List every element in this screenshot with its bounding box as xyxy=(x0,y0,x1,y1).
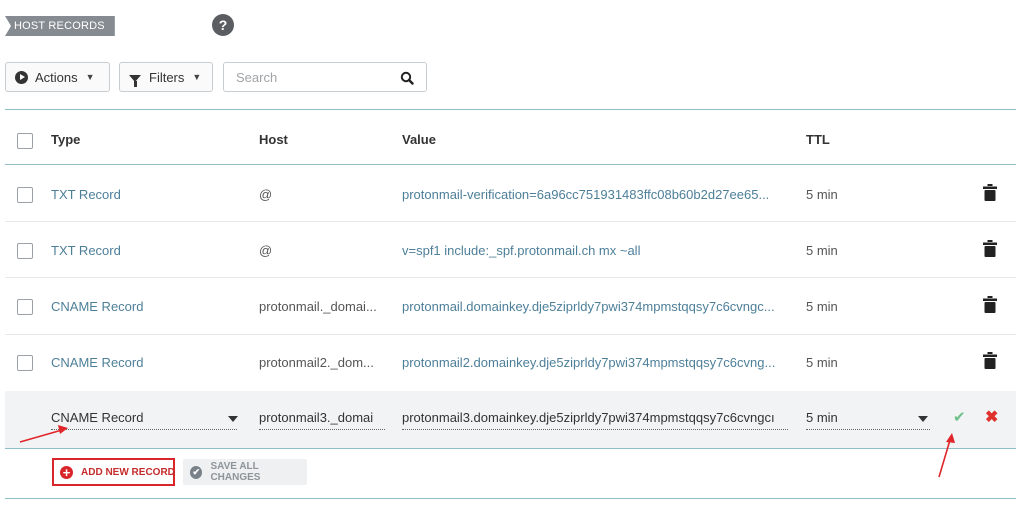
add-new-record-label: ADD NEW RECORD xyxy=(81,467,175,478)
caret-down-icon[interactable] xyxy=(228,416,238,422)
column-header-host[interactable]: Host xyxy=(259,132,288,147)
check-circle-icon: ✔ xyxy=(190,465,203,479)
host-input[interactable]: protonmail3._domai xyxy=(259,407,385,430)
select-all-checkbox[interactable] xyxy=(17,133,33,149)
play-circle-icon xyxy=(15,70,28,84)
record-ttl[interactable]: 5 min xyxy=(806,299,838,314)
trash-icon[interactable] xyxy=(983,240,997,257)
record-value[interactable]: v=spf1 include:_spf.protonmail.ch mx ~al… xyxy=(402,243,640,258)
column-header-ttl[interactable]: TTL xyxy=(806,132,830,147)
table-bottom-rule xyxy=(5,498,1016,499)
row-checkbox[interactable] xyxy=(17,355,33,371)
search-icon[interactable] xyxy=(400,71,414,85)
ttl-selected: 5 min xyxy=(806,410,838,425)
row-divider xyxy=(5,334,1016,335)
row-divider xyxy=(5,277,1016,278)
ttl-select[interactable]: 5 min xyxy=(806,407,930,430)
trash-icon[interactable] xyxy=(983,296,997,313)
value-input[interactable]: protonmail3.domainkey.dje5ziprldy7pwi374… xyxy=(402,407,788,430)
record-host[interactable]: @ xyxy=(259,243,272,258)
actions-dropdown-button[interactable]: Actions ▼ xyxy=(5,62,110,92)
checkmark-icon[interactable]: ✔ xyxy=(953,408,966,426)
row-checkbox[interactable] xyxy=(17,299,33,315)
record-type-selected: CNAME Record xyxy=(51,410,144,425)
add-new-record-button[interactable]: + ADD NEW RECORD xyxy=(60,466,175,479)
funnel-icon xyxy=(129,74,141,87)
record-host[interactable]: protonmail._domai... xyxy=(259,299,377,314)
edit-row-bottom-rule xyxy=(5,448,1016,449)
save-all-changes-button[interactable]: ✔ SAVE ALL CHANGES xyxy=(183,459,307,485)
record-type-select[interactable]: CNAME Record xyxy=(51,407,237,430)
search-box xyxy=(223,62,427,92)
row-divider xyxy=(5,221,1016,222)
filters-dropdown-button[interactable]: Filters ▼ xyxy=(119,62,213,92)
row-checkbox[interactable] xyxy=(17,187,33,203)
help-icon[interactable]: ? xyxy=(212,14,234,36)
caret-down-icon: ▼ xyxy=(85,72,95,82)
table-header-rule xyxy=(5,164,1016,165)
column-header-type[interactable]: Type xyxy=(51,132,80,147)
record-ttl[interactable]: 5 min xyxy=(806,187,838,202)
plus-circle-icon: + xyxy=(60,466,73,479)
section-title: HOST RECORDS xyxy=(5,16,115,36)
record-host[interactable]: protonmail2._dom... xyxy=(259,355,374,370)
search-input[interactable] xyxy=(234,69,388,86)
save-all-changes-label: SAVE ALL CHANGES xyxy=(210,461,261,483)
record-ttl[interactable]: 5 min xyxy=(806,355,838,370)
actions-label: Actions xyxy=(35,69,78,85)
record-type[interactable]: CNAME Record xyxy=(51,355,143,370)
record-type[interactable]: CNAME Record xyxy=(51,299,143,314)
record-value[interactable]: protonmail.domainkey.dje5ziprldy7pwi374m… xyxy=(402,299,775,314)
caret-down-icon[interactable] xyxy=(918,416,928,422)
trash-icon[interactable] xyxy=(983,184,997,201)
caret-down-icon: ▼ xyxy=(192,72,202,82)
table-top-rule xyxy=(5,109,1016,110)
record-value[interactable]: protonmail2.domainkey.dje5ziprldy7pwi374… xyxy=(402,355,775,370)
record-type[interactable]: TXT Record xyxy=(51,187,121,202)
record-value[interactable]: protonmail-verification=6a96cc751931483f… xyxy=(402,187,769,202)
close-icon[interactable]: ✖ xyxy=(985,407,998,427)
column-header-value[interactable]: Value xyxy=(402,132,436,147)
trash-icon[interactable] xyxy=(983,352,997,369)
filters-label: Filters xyxy=(149,69,185,85)
record-type[interactable]: TXT Record xyxy=(51,243,121,258)
record-ttl[interactable]: 5 min xyxy=(806,243,838,258)
row-checkbox[interactable] xyxy=(17,243,33,259)
record-host[interactable]: @ xyxy=(259,187,272,202)
